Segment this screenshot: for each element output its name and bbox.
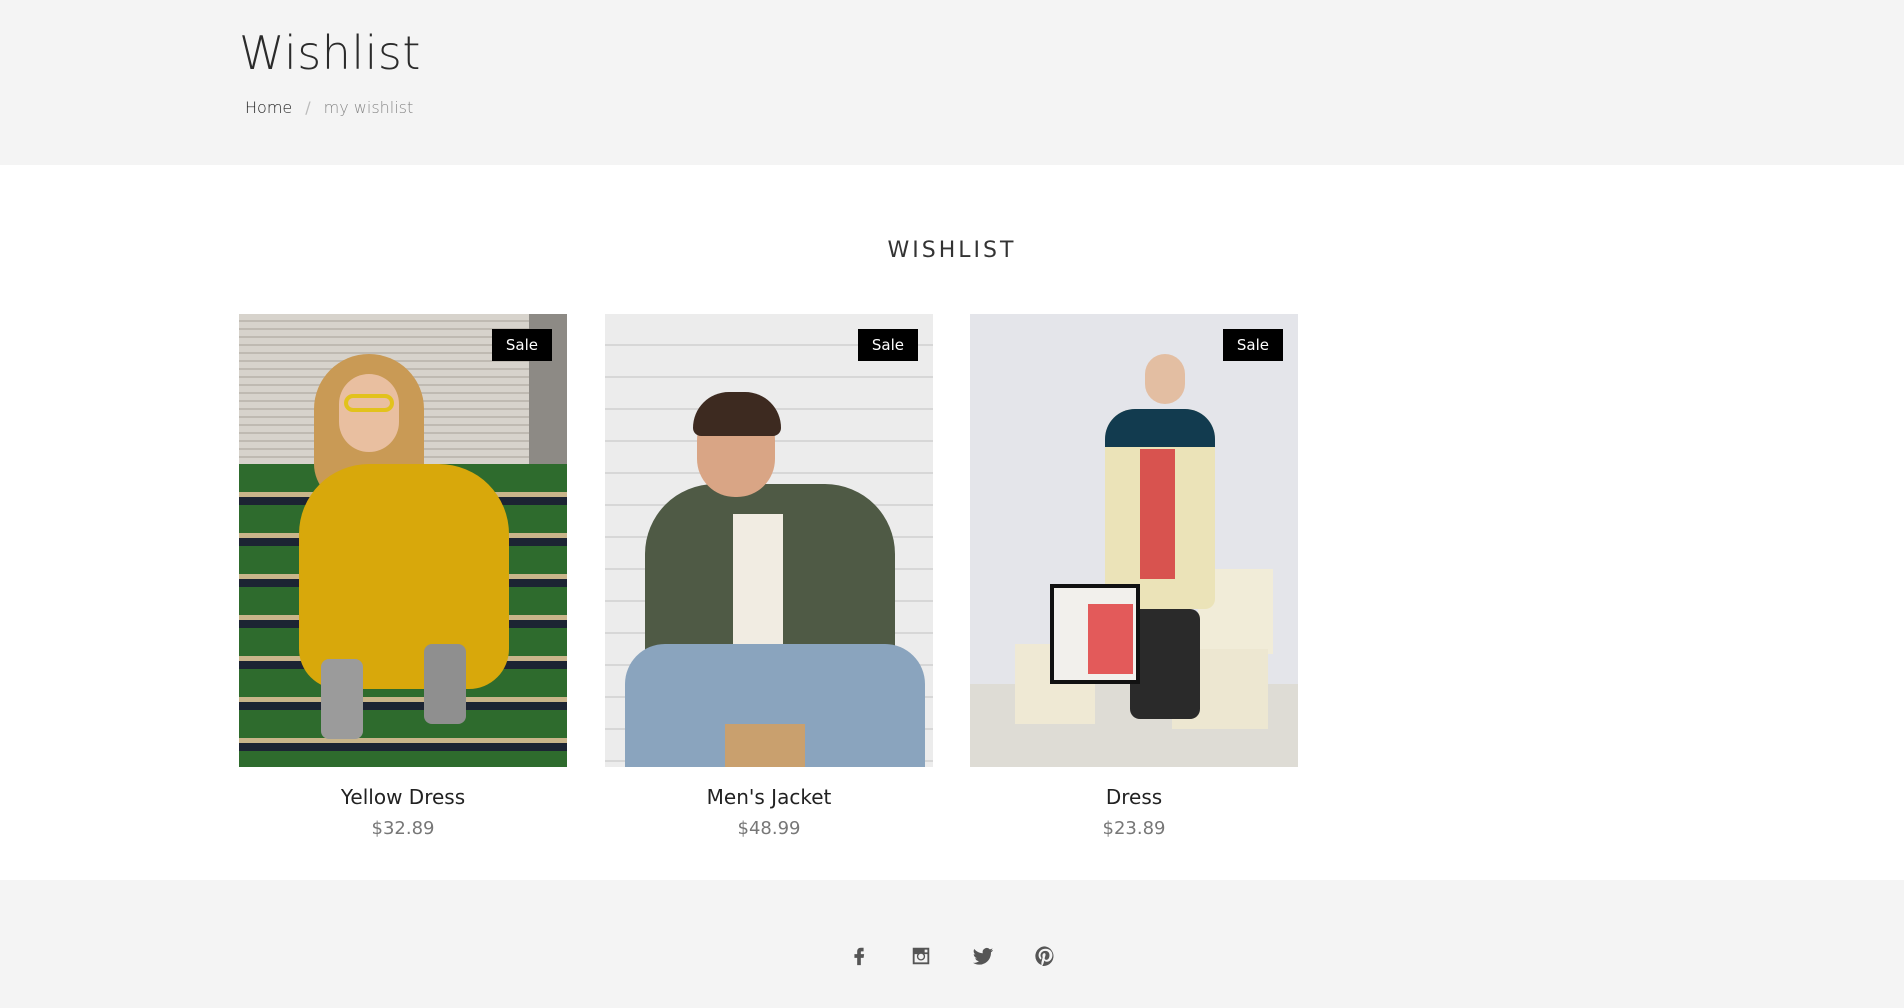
twitter-icon[interactable]	[969, 942, 997, 970]
facebook-icon[interactable]	[845, 942, 873, 970]
page-title: Wishlist	[239, 26, 421, 80]
sale-badge: Sale	[1222, 329, 1283, 361]
breadcrumb-home-link[interactable]: Home	[245, 98, 292, 117]
instagram-icon[interactable]	[907, 942, 935, 970]
product-name[interactable]: Men's Jacket	[605, 785, 933, 809]
breadcrumb-current: my wishlist	[323, 98, 414, 117]
footer	[0, 880, 1904, 1008]
pinterest-icon[interactable]	[1031, 942, 1059, 970]
product-card[interactable]: Sale Men's Jacket $48.99	[605, 314, 933, 839]
product-card[interactable]: Sale Dress $23.89	[970, 314, 1298, 839]
product-card[interactable]: Sale Yellow Dress $32.89	[239, 314, 567, 839]
page-header: Wishlist Home / my wishlist	[0, 0, 1904, 165]
product-name[interactable]: Dress	[970, 785, 1298, 809]
social-links	[0, 942, 1904, 970]
sale-badge: Sale	[857, 329, 918, 361]
breadcrumb: Home / my wishlist	[245, 98, 413, 117]
product-image[interactable]: Sale	[239, 314, 567, 767]
product-image[interactable]: Sale	[605, 314, 933, 767]
product-price: $48.99	[737, 818, 801, 839]
sale-badge: Sale	[491, 329, 552, 361]
product-price: $23.89	[1102, 818, 1166, 839]
section-title: WISHLIST	[887, 238, 1017, 263]
product-name[interactable]: Yellow Dress	[239, 785, 567, 809]
product-price: $32.89	[371, 818, 435, 839]
breadcrumb-separator: /	[305, 98, 311, 117]
product-image[interactable]: Sale	[970, 314, 1298, 767]
